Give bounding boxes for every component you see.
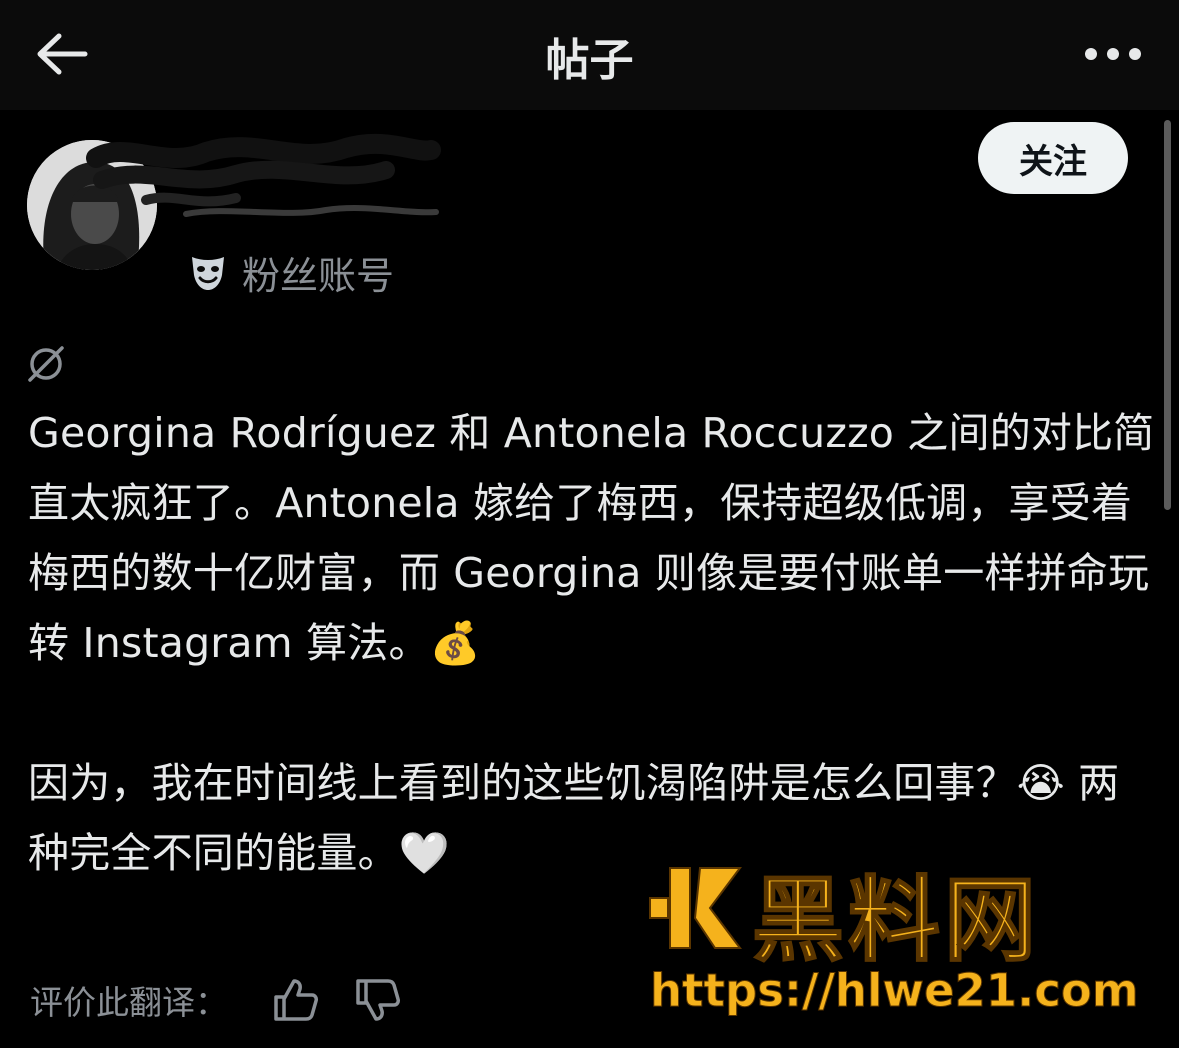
rate-translation-label: 评价此翻译：: [30, 983, 228, 1022]
thumbs-down-icon[interactable]: [352, 975, 402, 1025]
watermark-logo-icon: [649, 867, 742, 949]
watermark-url: https://hlwe21.com: [650, 964, 1140, 1018]
theater-mask-icon: [192, 256, 224, 290]
more-horizontal-icon: [1085, 48, 1141, 60]
globe-off-icon: [28, 346, 64, 382]
watermark-brand: 黑料网: [751, 866, 1041, 975]
page-title: 帖子: [545, 35, 634, 86]
watermark: 黑料网 https://hlwe21.com: [640, 840, 1160, 1040]
scrollbar[interactable]: [1164, 120, 1171, 510]
fan-account-badge: 粉丝账号: [188, 245, 394, 300]
post-body: Georgina Rodríguez 和 Antonela Roccuzzo 之…: [28, 398, 1158, 888]
top-bar: 帖子: [0, 0, 1179, 110]
badge-label: 粉丝账号: [242, 254, 395, 298]
rate-translation: 评价此翻译：: [30, 975, 434, 1025]
more-button[interactable]: [1081, 26, 1145, 82]
follow-button[interactable]: 关注: [978, 122, 1128, 194]
thumbs-up-icon[interactable]: [270, 975, 320, 1025]
redacted-username: [86, 133, 441, 217]
post-paragraph: Georgina Rodríguez 和 Antonela Roccuzzo 之…: [28, 409, 1155, 667]
